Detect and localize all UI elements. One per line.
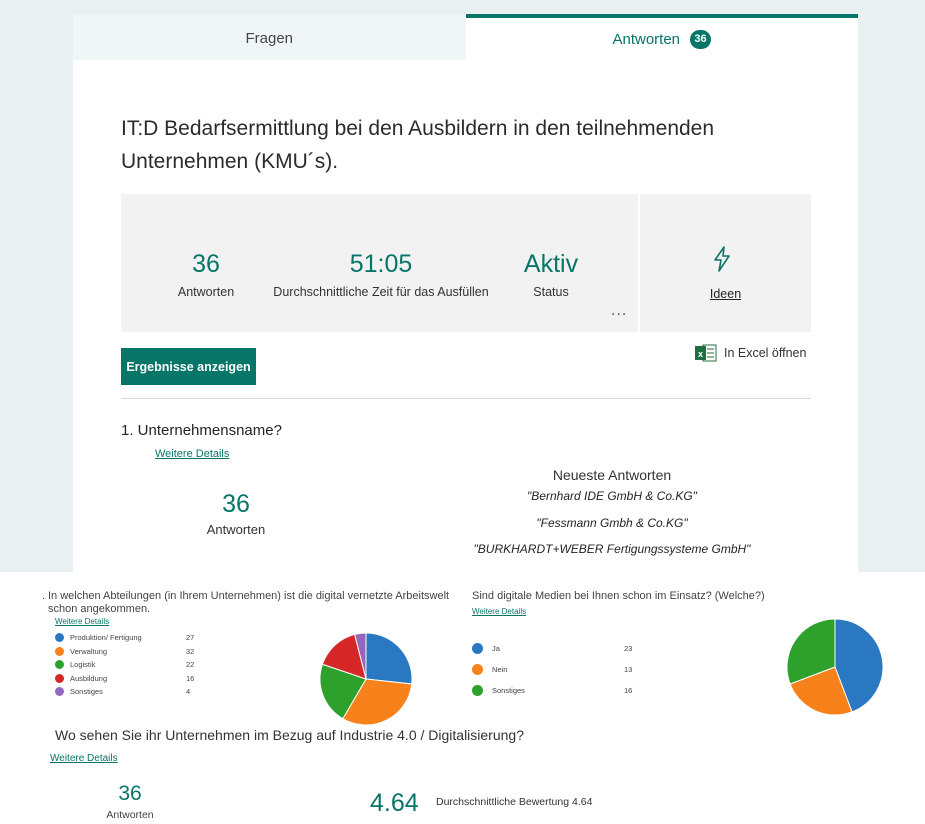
- tab-bar: Fragen Antworten 36: [73, 14, 858, 60]
- legend-label: Produktion/ Fertigung: [70, 633, 142, 642]
- legend-swatch: [55, 660, 64, 669]
- question-3-legend-item: Sonstiges: [472, 685, 525, 696]
- question-1-title: 1. Unternehmensname?: [121, 422, 282, 439]
- view-results-button[interactable]: Ergebnisse anzeigen: [121, 348, 256, 385]
- form-title: IT:D Bedarfsermittlung bei den Ausbilder…: [121, 117, 715, 173]
- legend-label: Verwaltung: [70, 646, 108, 656]
- question-2-title-text: In welchen Abteilungen (in Ihrem Unterne…: [48, 590, 450, 615]
- legend-label: Sonstiges: [70, 687, 103, 696]
- divider: [121, 398, 811, 399]
- legend-count: 23: [624, 644, 633, 653]
- tab-antworten[interactable]: Antworten 36: [465, 14, 858, 60]
- legend-swatch: [472, 664, 483, 675]
- question-2-number: .: [42, 590, 46, 602]
- avg-time-label: Durchschnittliche Zeit für das Ausfüllen: [273, 285, 489, 299]
- legend-count: 4: [186, 687, 191, 696]
- open-in-excel-label: In Excel öffnen: [724, 346, 807, 360]
- legend-swatch: [472, 685, 483, 696]
- results-card: Fragen Antworten 36 IT:D Bedarfsermittlu…: [73, 14, 858, 572]
- tab-fragen[interactable]: Fragen: [73, 14, 466, 60]
- question-4-response-label: Antworten: [106, 809, 154, 821]
- legend-swatch: [55, 687, 64, 696]
- legend-label: Sonstiges: [492, 686, 525, 695]
- question-2-pie-chart: [319, 632, 413, 726]
- question-2-title: . In welchen Abteilungen (in Ihrem Unter…: [42, 590, 468, 616]
- average-rating-value: 4.64: [370, 789, 419, 817]
- question-1-response-count: 36: [222, 490, 250, 518]
- latest-responses-heading: Neueste Antworten: [552, 467, 672, 483]
- question-4-response-count: 36: [118, 782, 142, 805]
- legend-count: 13: [624, 665, 633, 674]
- tab-fragen-label: Fragen: [245, 30, 294, 47]
- tab-antworten-label: Antworten: [612, 30, 681, 48]
- legend-count: 16: [624, 686, 633, 695]
- legend-label: Nein: [492, 665, 508, 674]
- response-count-badge: 36: [690, 29, 712, 49]
- status-value: Aktiv: [523, 250, 579, 278]
- question-2-legend-item: Verwaltung: [55, 646, 108, 656]
- question-3-legend-item: Ja: [472, 643, 500, 654]
- legend-count: 16: [186, 673, 195, 683]
- legend-count: 32: [186, 646, 195, 656]
- latest-response: "Bernhard IDE GmbH & Co.KG": [527, 489, 697, 503]
- question-4-title: Wo sehen Sie ihr Unternehmen im Bezug au…: [55, 727, 524, 743]
- open-in-excel-button[interactable]: x In Excel öffnen: [695, 344, 806, 362]
- question-2-legend-item: Logistik: [55, 660, 95, 669]
- question-3-title: Sind digitale Medien bei Ihnen schon im …: [472, 590, 765, 602]
- legend-swatch: [55, 633, 64, 642]
- question-3-pie-chart: [786, 618, 884, 716]
- question-2-legend-item: Produktion/ Fertigung: [55, 633, 142, 642]
- summary-panel: 36 Antworten 51:05 Durchschnittliche Zei…: [121, 194, 638, 332]
- legend-label: Logistik: [70, 660, 96, 669]
- latest-response: "Fessmann Gmbh & Co.KG": [536, 516, 688, 530]
- responses-count: 36: [192, 250, 220, 278]
- latest-response: "BURKHARDT+WEBER Fertigungssysteme GmbH": [473, 542, 751, 556]
- legend-label: Ja: [492, 644, 500, 653]
- responses-label: Antworten: [177, 285, 235, 299]
- question-2-details-link[interactable]: Weitere Details: [55, 617, 109, 626]
- excel-icon: x: [695, 344, 717, 362]
- average-rating-label: Durchschnittliche Bewertung 4.64: [436, 796, 593, 808]
- legend-count: 22: [186, 660, 195, 669]
- pie-slice-produktion-fertigung[interactable]: [365, 632, 413, 685]
- legend-swatch: [472, 643, 483, 654]
- ideas-link[interactable]: Ideen: [640, 287, 811, 301]
- question-2-legend-item: Sonstiges: [55, 687, 103, 696]
- legend-swatch: [55, 646, 64, 656]
- question-4-details-link[interactable]: Weitere Details: [50, 753, 118, 764]
- more-options-icon[interactable]: ...: [611, 302, 627, 320]
- ideas-panel[interactable]: Ideen: [640, 194, 811, 332]
- question-3-details-link[interactable]: Weitere Details: [472, 607, 526, 616]
- legend-label: Ausbildung: [70, 673, 108, 683]
- svg-text:x: x: [698, 349, 703, 359]
- legend-swatch: [55, 673, 64, 683]
- lightning-bolt-icon: [714, 246, 730, 272]
- legend-count: 27: [186, 633, 195, 642]
- status-label: Status: [533, 285, 569, 299]
- question-1-details-link[interactable]: Weitere Details: [155, 448, 229, 460]
- question-2-legend-item: Ausbildung: [55, 673, 108, 683]
- question-1-response-label: Antworten: [206, 522, 266, 537]
- avg-time-value: 51:05: [349, 250, 413, 278]
- question-3-legend-item: Nein: [472, 664, 507, 675]
